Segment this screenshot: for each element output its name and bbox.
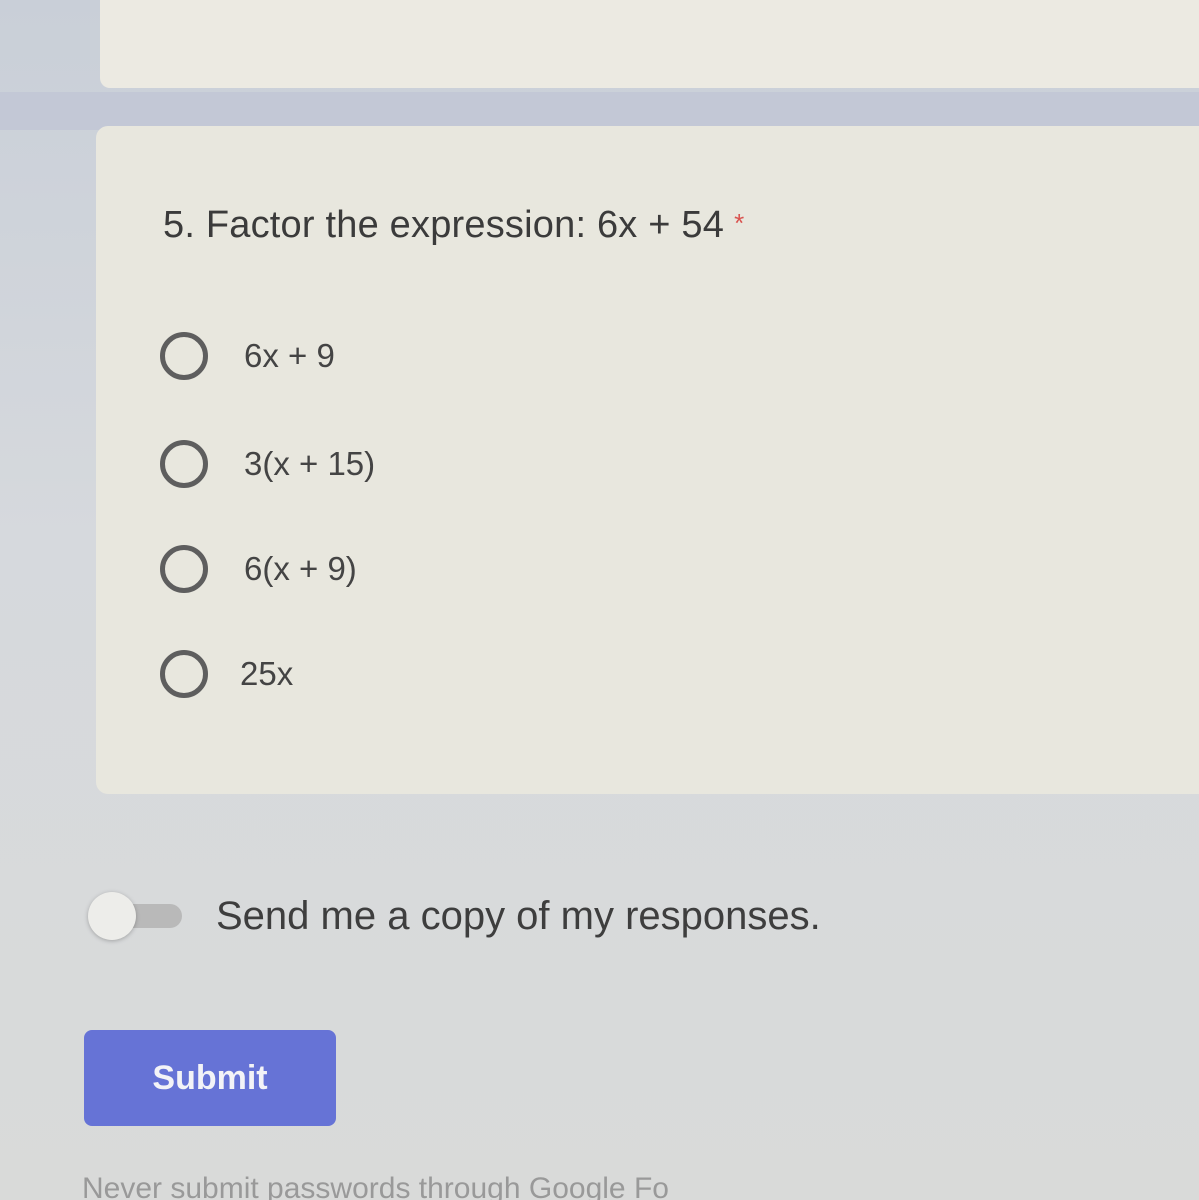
required-asterisk: * — [734, 208, 745, 238]
answer-option-label: 3(x + 15) — [244, 445, 376, 482]
radio-button-icon[interactable] — [160, 332, 208, 380]
send-copy-label: Send me a copy of my responses. — [216, 893, 821, 938]
send-copy-toggle[interactable] — [86, 892, 186, 940]
question-text: 5. Factor the expression: 6x + 54 — [163, 204, 725, 246]
answer-option-4[interactable]: 25x — [160, 648, 293, 700]
submit-button[interactable]: Submit — [84, 1030, 336, 1126]
radio-button-icon[interactable] — [160, 650, 208, 698]
answer-option-2[interactable]: 3(x + 15) — [160, 438, 375, 490]
section-divider — [0, 92, 1199, 130]
radio-button-icon[interactable] — [160, 545, 208, 593]
answer-option-label: 6x + 9 — [244, 337, 335, 374]
answer-option-label: 6(x + 9) — [244, 550, 357, 587]
answer-option-3[interactable]: 6(x + 9) — [160, 543, 357, 595]
send-copy-row[interactable]: Send me a copy of my responses. — [86, 886, 821, 946]
answer-option-1[interactable]: 6x + 9 — [160, 330, 335, 382]
password-warning-link[interactable]: Never submit passwords through Google Fo — [82, 1172, 669, 1200]
previous-question-card — [100, 0, 1199, 88]
answer-option-label: 25x — [240, 655, 294, 692]
question-title: 5. Factor the expression: 6x + 54 * — [163, 204, 744, 247]
toggle-knob[interactable] — [88, 892, 136, 940]
radio-button-icon[interactable] — [160, 440, 208, 488]
